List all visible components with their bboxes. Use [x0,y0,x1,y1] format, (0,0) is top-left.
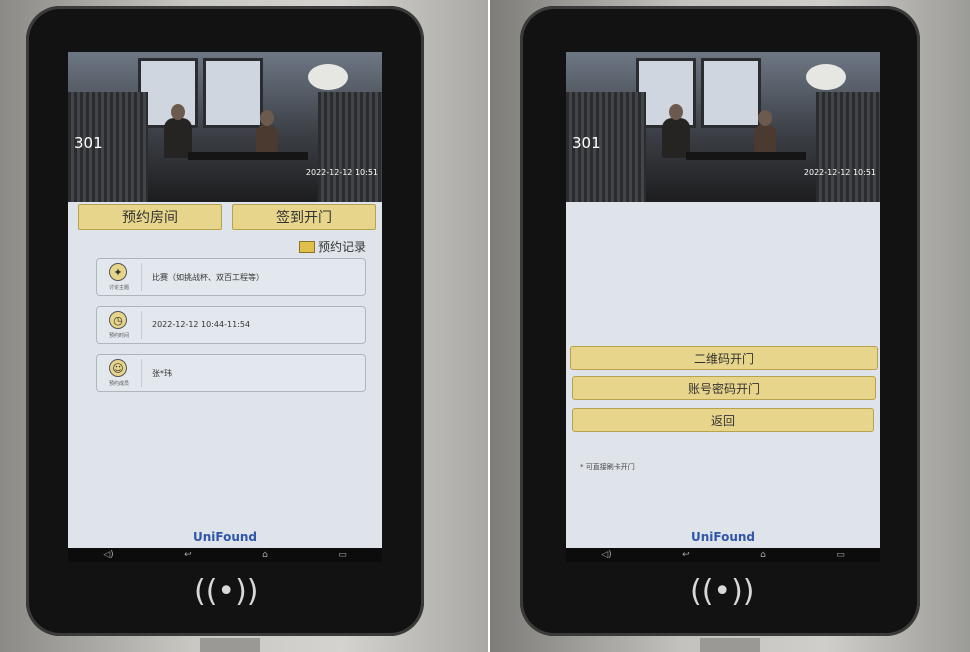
android-nav-bar: ◁) ↩ ⌂ ▭ [68,548,382,562]
reserve-room-button[interactable]: 预约房间 [78,204,222,230]
head-decoration [758,110,772,126]
right-screen: 301 2022-12-12 10:51 二维码开门 账号密码开门 返回 * 可… [566,52,880,550]
member-value: 张*玮 [152,369,172,378]
time-value: 2022-12-12 10:44-11:54 [152,320,251,329]
reservation-records-link[interactable]: 预约记录 [298,238,366,255]
account-password-open-button[interactable]: 账号密码开门 [572,376,876,400]
back-icon[interactable]: ↩ [682,550,690,560]
home-icon[interactable]: ⌂ [760,550,766,560]
head-decoration [260,110,274,126]
time-card: ◷ 预约时间 2022-12-12 10:44-11:54 [96,306,366,344]
hero-banner: 301 2022-12-12 10:51 [68,52,382,202]
person-icon: ☺ [109,359,127,377]
topic-card: ✦ 讨论主题 比赛（如挑战杯、双百工程等） [96,258,366,296]
back-button[interactable]: 返回 [572,408,874,432]
left-screen: 301 2022-12-12 10:51 预约房间 签到开门 预约记录 ✦ 讨论… [68,52,382,550]
window-decoration [701,58,761,128]
topic-caption: 讨论主题 [108,285,129,291]
volume-icon[interactable]: ◁) [601,550,611,560]
table-decoration [188,152,308,160]
room-number: 301 [572,134,601,152]
table-decoration [686,152,806,160]
unifound-logo: UniFound [192,530,258,544]
top-button-row: 预约房间 签到开门 [76,204,376,230]
topic-value: 比赛（如挑战杯、双百工程等） [152,273,264,282]
lightbulb-icon: ✦ [109,263,127,281]
volume-icon[interactable]: ◁) [103,550,113,560]
back-icon[interactable]: ↩ [184,550,192,560]
nfc-reader-icon[interactable]: ((•)) [690,574,755,609]
left-kiosk-device: 301 2022-12-12 10:51 预约房间 签到开门 预约记录 ✦ 讨论… [26,6,424,636]
records-label: 预约记录 [317,240,366,254]
member-card: ☺ 预约成员 张*玮 [96,354,366,392]
qr-open-button[interactable]: 二维码开门 [570,346,878,370]
recents-icon[interactable]: ▭ [836,550,845,560]
android-nav-bar: ◁) ↩ ⌂ ▭ [566,548,880,562]
left-stand [200,638,260,652]
lamp-decoration [308,64,348,90]
room-number: 301 [74,134,103,152]
recents-icon[interactable]: ▭ [338,550,347,560]
swipe-card-hint: * 可直接刷卡开门 [580,463,635,471]
datetime: 2022-12-12 10:51 [305,168,378,177]
chair-decoration [816,92,880,202]
clock-icon: ◷ [109,311,127,329]
unifound-logo: UniFound [690,530,756,544]
nfc-reader-icon[interactable]: ((•)) [194,574,259,609]
calendar-list-icon [298,240,315,253]
head-decoration [171,104,185,120]
card-separator [141,311,142,339]
datetime: 2022-12-12 10:51 [803,168,876,177]
checkin-open-button[interactable]: 签到开门 [232,204,376,230]
hero-banner: 301 2022-12-12 10:51 [566,52,880,202]
lamp-decoration [806,64,846,90]
card-separator [141,263,142,291]
chair-decoration [318,92,382,202]
home-icon[interactable]: ⌂ [262,550,268,560]
photo-divider [488,0,490,652]
right-stand [700,638,760,652]
time-caption: 预约时间 [108,333,129,339]
head-decoration [669,104,683,120]
card-separator [141,359,142,387]
window-decoration [203,58,263,128]
member-caption: 预约成员 [108,381,129,387]
right-kiosk-device: 301 2022-12-12 10:51 二维码开门 账号密码开门 返回 * 可… [520,6,920,636]
